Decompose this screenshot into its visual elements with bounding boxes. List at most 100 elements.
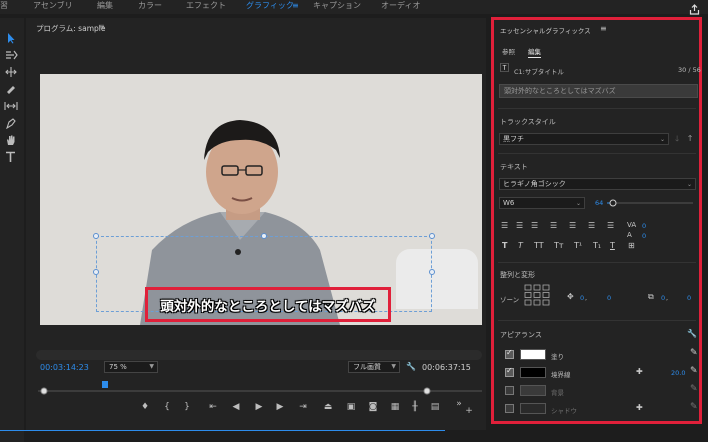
font-size-slider[interactable] [607,199,695,207]
zoom-dropdown[interactable]: 75 % ▼ [104,361,158,373]
hand-tool-icon[interactable] [4,134,18,146]
zone-grid-icon[interactable] [524,284,550,306]
wrench-icon[interactable]: 🔧 [406,362,416,371]
workspace-tab-learn[interactable]: 習 [0,0,8,11]
stroke-width-value[interactable]: 20.0 [671,369,685,377]
text-input[interactable]: 頭対外的なところとしてはマズバズ [499,84,698,98]
comparison-view-icon[interactable]: ▦ [388,400,402,414]
layer-name[interactable]: C1:サブタイトル [514,66,564,76]
workspace-tab-assembly[interactable]: アセンブリ [33,0,73,11]
zoom-scrollbar[interactable] [36,350,482,360]
step-forward-icon[interactable]: ▶ [273,400,287,414]
divider [498,153,696,154]
resize-handle-t[interactable] [261,233,267,239]
kerning-value[interactable]: 0 [642,232,646,240]
workspace-tab-edit[interactable]: 編集 [97,0,113,11]
track-select-tool-icon[interactable] [4,49,18,61]
quality-dropdown[interactable]: フル画質 ▼ [348,361,400,373]
faux-bold-icon[interactable]: T [502,241,507,251]
fill-checkbox[interactable] [505,348,514,359]
ripple-edit-tool-icon[interactable] [4,66,18,78]
play-icon[interactable]: ▶ [252,400,266,414]
resize-handle-tl[interactable] [93,233,99,239]
tab-browse[interactable]: 参照 [502,46,515,56]
add-marker-icon[interactable]: ♦ [138,400,152,414]
track-style-dropdown[interactable]: 黒フチ ⌄ [499,133,669,145]
workspace-menu-icon[interactable]: ≡ [292,0,299,11]
eyedropper-icon[interactable]: ✎ [690,384,698,394]
workspace-tab-captions[interactable]: キャプション [313,0,361,11]
program-menu-icon[interactable]: ≡ [98,22,105,31]
shadow-color-swatch[interactable] [520,403,546,414]
position-x-value[interactable]: 0 [580,294,584,302]
justify-right-icon[interactable]: ☰ [588,221,595,231]
program-monitor-title[interactable]: プログラム: sample [36,23,105,34]
push-style-up-icon[interactable]: 🡑 [688,134,692,144]
font-dropdown[interactable]: ヒラギノ角ゴシック ⌄ [499,178,696,190]
workspace-tab-graphics[interactable]: グラフィック [246,0,294,11]
subtitle-highlight[interactable]: 頭対外的なところとしてはマズバズ [145,287,391,322]
razor-tool-icon[interactable] [4,83,18,95]
background-color-swatch[interactable] [520,385,546,396]
eg-panel-title[interactable]: エッセンシャルグラフィックス [500,25,591,35]
eg-menu-icon[interactable]: ≡ [600,24,607,33]
resize-handle-l[interactable] [93,269,99,275]
add-stroke-icon[interactable]: ✚ [636,367,643,377]
anchor-x-value[interactable]: 0 [661,294,665,302]
step-back-icon[interactable]: ◀ [229,400,243,414]
background-checkbox[interactable] [505,386,514,395]
resize-handle-tr[interactable] [429,233,435,239]
tab-edit[interactable]: 編集 [528,46,541,58]
trim-icon[interactable]: ╫ [408,400,422,414]
justify-all-icon[interactable]: ☰ [607,221,614,231]
tracking-value[interactable]: 0 [642,222,646,230]
current-timecode[interactable]: 00:03:14:23 [40,363,89,372]
superscript-icon[interactable]: T¹ [574,241,582,251]
eyedropper-icon[interactable]: ✎ [690,366,698,376]
pen-tool-icon[interactable] [4,117,18,129]
eyedropper-icon[interactable]: ✎ [690,348,698,358]
align-center-icon[interactable]: ☰ [516,221,523,231]
add-shadow-icon[interactable]: ✚ [636,403,643,413]
tsume-icon[interactable]: ⊞ [628,241,635,251]
go-to-in-icon[interactable]: ⇤ [206,400,220,414]
subtitle-text: 頭対外的なところとしてはマズバズ [160,298,376,315]
eyedropper-icon[interactable]: ✎ [690,402,698,412]
resize-handle-r[interactable] [429,269,435,275]
camera-icon[interactable]: ◙ [366,400,380,414]
faux-italic-icon[interactable]: T [518,241,523,251]
position-y-value[interactable]: 0 [607,294,611,302]
mark-in-icon[interactable]: { [160,400,174,414]
stroke-checkbox[interactable] [505,366,514,377]
justify-left-icon[interactable]: ☰ [550,221,557,231]
anchor-y-value[interactable]: 0 [687,294,691,302]
font-weight-dropdown[interactable]: W6 ⌄ [499,197,585,209]
lift-icon[interactable]: ⏏ [321,400,335,414]
time-ruler[interactable] [38,380,482,396]
underline-icon[interactable]: T [610,241,615,251]
workspace-tab-color[interactable]: カラー [138,0,162,11]
subscript-icon[interactable]: T₁ [593,241,601,251]
add-button-icon[interactable]: + [462,404,476,418]
slip-tool-icon[interactable] [4,100,18,112]
export-icon[interactable] [689,0,700,15]
selection-tool-icon[interactable] [4,32,18,44]
vr-icon[interactable]: ▤ [428,400,442,414]
fill-color-swatch[interactable] [520,349,546,360]
extract-icon[interactable]: ▣ [344,400,358,414]
shadow-checkbox[interactable] [505,404,514,413]
align-right-icon[interactable]: ☰ [531,221,538,231]
wrench-icon[interactable]: 🔧 [687,329,697,339]
mark-out-icon[interactable]: } [180,400,194,414]
workspace-tab-effects[interactable]: エフェクト [186,0,226,11]
font-size-value[interactable]: 64 [595,199,603,207]
stroke-color-swatch[interactable] [520,367,546,378]
all-caps-icon[interactable]: TT [534,241,544,251]
align-left-icon[interactable]: ☰ [501,221,508,231]
go-to-out-icon[interactable]: ⇥ [296,400,310,414]
type-tool-icon[interactable] [4,151,18,163]
workspace-tab-audio[interactable]: オーディオ [381,0,420,11]
justify-center-icon[interactable]: ☰ [569,221,576,231]
small-caps-icon[interactable]: Tт [554,241,564,251]
push-style-down-icon[interactable]: 🡓 [675,134,679,144]
